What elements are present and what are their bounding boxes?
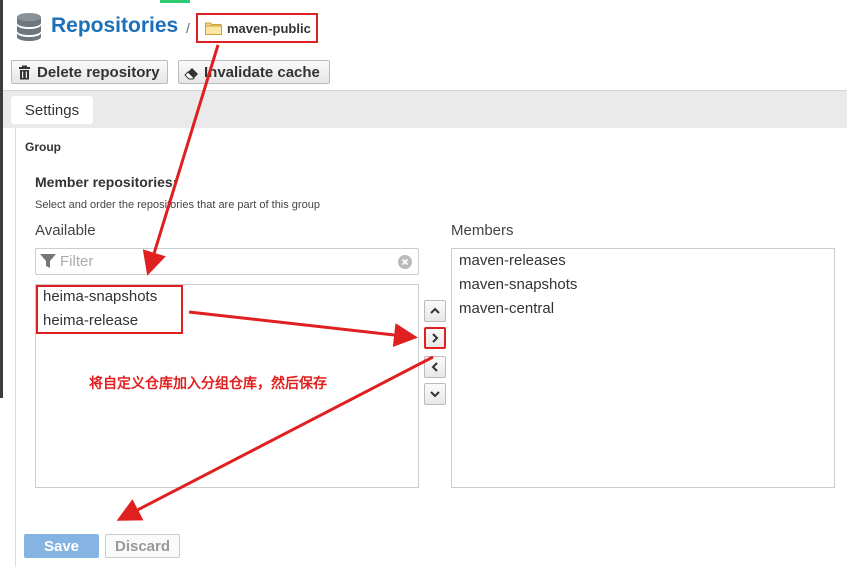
list-item[interactable]: heima-snapshots xyxy=(43,288,157,305)
list-item[interactable]: maven-snapshots xyxy=(459,276,577,293)
move-down-button[interactable] xyxy=(424,383,446,405)
remove-from-members-button[interactable] xyxy=(424,356,446,378)
invalidate-cache-label: Invalidate cache xyxy=(204,63,320,81)
delete-repository-button[interactable]: Delete repository xyxy=(11,60,168,84)
chevron-up-icon xyxy=(430,307,440,314)
group-section-label: Group xyxy=(25,140,61,154)
discard-button[interactable]: Discard xyxy=(105,534,180,558)
chevron-right-icon xyxy=(432,333,439,343)
chevron-left-icon xyxy=(431,362,438,372)
top-accent-bar xyxy=(160,0,190,3)
breadcrumb-separator: / xyxy=(186,20,190,36)
member-repositories-title: Member repositories: xyxy=(35,174,178,190)
list-item[interactable]: maven-releases xyxy=(459,252,566,269)
invalidate-cache-button[interactable]: Invalidate cache xyxy=(178,60,330,84)
clear-icon[interactable] xyxy=(398,255,412,269)
delete-repository-label: Delete repository xyxy=(37,63,160,81)
eraser-icon xyxy=(184,67,198,79)
members-label: Members xyxy=(451,222,514,239)
breadcrumb-current-repo: maven-public xyxy=(196,13,318,43)
filter-icon xyxy=(40,254,56,268)
available-label: Available xyxy=(35,222,96,239)
filter-input[interactable] xyxy=(60,251,390,272)
trash-icon xyxy=(19,65,30,79)
member-repositories-description: Select and order the repositories that a… xyxy=(35,199,320,211)
chevron-down-icon xyxy=(430,391,440,398)
page-title[interactable]: Repositories xyxy=(51,14,178,38)
window-edge xyxy=(0,0,3,398)
move-up-button[interactable] xyxy=(424,300,446,322)
folder-icon xyxy=(205,22,222,35)
filter-field xyxy=(35,248,419,275)
add-to-members-button[interactable] xyxy=(424,327,446,349)
breadcrumb-repo-name: maven-public xyxy=(227,20,311,36)
tab-settings[interactable]: Settings xyxy=(11,96,93,124)
list-item[interactable]: heima-release xyxy=(43,312,138,329)
database-icon xyxy=(17,13,41,41)
members-list[interactable]: maven-releases maven-snapshots maven-cen… xyxy=(451,248,835,488)
annotation-text: 将自定义仓库加入分组仓库，然后保存 xyxy=(89,375,327,391)
list-item[interactable]: maven-central xyxy=(459,300,554,317)
save-button[interactable]: Save xyxy=(24,534,99,558)
tab-bar xyxy=(3,90,847,128)
